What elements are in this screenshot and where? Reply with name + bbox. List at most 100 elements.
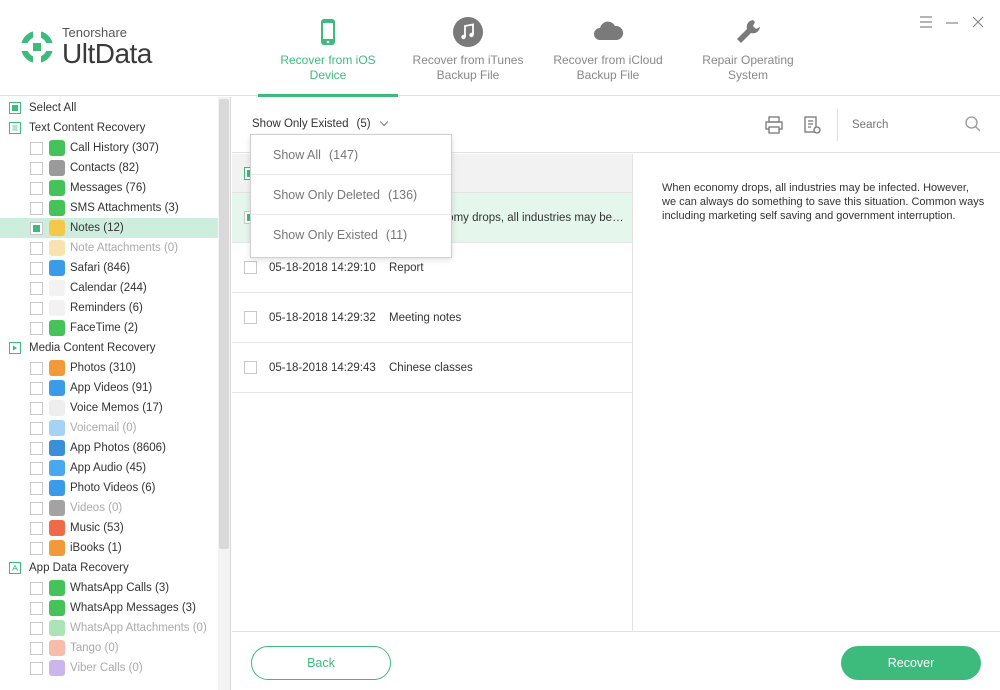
list-item[interactable]: 05-18-2018 14:29:32 Meeting notes <box>232 293 632 343</box>
item-checkbox[interactable] <box>30 421 43 435</box>
sidebar-item[interactable]: Notes (12) <box>0 218 219 238</box>
list-item[interactable]: 05-18-2018 14:29:43 Chinese classes <box>232 343 632 393</box>
sidebar-item[interactable]: SMS Attachments (3) <box>0 198 219 218</box>
filter-option-show-only-existed[interactable]: Show Only Existed (11) <box>251 215 451 255</box>
option-count: (147) <box>328 147 359 162</box>
item-checkbox[interactable] <box>30 641 43 655</box>
close-icon[interactable] <box>970 14 986 30</box>
category-header[interactable]: Text Content Recovery <box>0 118 219 138</box>
sidebar-item[interactable]: Safari (846) <box>0 258 219 278</box>
item-checkbox[interactable] <box>30 361 43 375</box>
sidebar-item[interactable]: App Audio (45) <box>0 458 219 478</box>
sidebar-item[interactable]: Calendar (244) <box>0 278 219 298</box>
sidebar-item[interactable]: Contacts (82) <box>0 158 219 178</box>
item-checkbox[interactable] <box>30 381 43 395</box>
sidebar-item[interactable]: Call History (307) <box>0 138 219 158</box>
attachment-icon <box>49 200 65 216</box>
filter-option-show-all[interactable]: Show All (147) <box>251 135 451 175</box>
music-icon <box>49 520 65 536</box>
item-checkbox[interactable] <box>30 321 43 335</box>
sidebar-item[interactable]: Videos (0) <box>0 498 219 518</box>
select-all-checkbox[interactable] <box>9 102 21 114</box>
option-label: Show All <box>273 147 321 162</box>
row-checkbox[interactable] <box>244 361 257 374</box>
item-checkbox[interactable] <box>30 221 43 235</box>
item-checkbox[interactable] <box>30 501 43 515</box>
tab-recover-itunes-backup[interactable]: Recover from iTunes Backup File <box>398 0 538 96</box>
tab-recover-icloud-backup[interactable]: Recover from iCloud Backup File <box>538 0 678 96</box>
sidebar-scrollbar[interactable] <box>218 97 230 690</box>
sidebar-item[interactable]: Reminders (6) <box>0 298 219 318</box>
item-checkbox[interactable] <box>30 281 43 295</box>
sidebar-item[interactable]: Tango (0) <box>0 638 219 658</box>
sidebar-item-label: App Videos (91) <box>70 382 153 394</box>
category-header[interactable]: App Data Recovery <box>0 558 219 578</box>
cloud-icon <box>594 21 624 40</box>
item-checkbox[interactable] <box>30 481 43 495</box>
sidebar-item[interactable]: App Photos (8606) <box>0 438 219 458</box>
option-count: (11) <box>385 228 408 242</box>
sidebar-item[interactable]: Note Attachments (0) <box>0 238 219 258</box>
filter-option-show-only-deleted[interactable]: Show Only Deleted (136) <box>251 175 451 215</box>
category-header[interactable]: Media Content Recovery <box>0 338 219 358</box>
item-checkbox[interactable] <box>30 261 43 275</box>
item-checkbox[interactable] <box>30 181 43 195</box>
sidebar-item-label: iBooks (1) <box>70 542 122 554</box>
sidebar-item[interactable]: iBooks (1) <box>0 538 219 558</box>
recover-button[interactable]: Recover <box>841 646 981 680</box>
back-button[interactable]: Back <box>251 646 391 680</box>
menu-icon[interactable] <box>918 14 934 30</box>
item-checkbox[interactable] <box>30 521 43 535</box>
sidebar-scrollbar-thumb[interactable] <box>219 99 229 549</box>
option-label: Show Only Deleted <box>273 187 381 202</box>
sidebar-item[interactable]: FaceTime (2) <box>0 318 219 338</box>
app-photos-icon <box>49 440 65 456</box>
select-all-row[interactable]: Select All <box>0 98 219 118</box>
sidebar-item-label: Contacts (82) <box>70 162 140 174</box>
row-checkbox[interactable] <box>244 261 257 274</box>
item-checkbox[interactable] <box>30 141 43 155</box>
sidebar-item[interactable]: WhatsApp Messages (3) <box>0 598 219 618</box>
sidebar-item[interactable]: App Videos (91) <box>0 378 219 398</box>
sidebar-item[interactable]: Voice Memos (17) <box>0 398 219 418</box>
category-expand-icon[interactable] <box>9 562 21 574</box>
sidebar-item[interactable]: Viber Calls (0) <box>0 658 219 678</box>
item-checkbox[interactable] <box>30 201 43 215</box>
sidebar-item[interactable]: Messages (76) <box>0 178 219 198</box>
row-title: Chinese classes <box>389 361 473 374</box>
sidebar-item-label: Messages (76) <box>70 182 147 194</box>
item-checkbox[interactable] <box>30 241 43 255</box>
item-checkbox[interactable] <box>30 541 43 555</box>
option-count: (136) <box>388 187 418 202</box>
filter-dropdown[interactable]: Show Only Existed (5) <box>252 117 388 130</box>
tab-recover-ios-device[interactable]: Recover from iOS Device <box>258 0 398 97</box>
sidebar-item-label: Voicemail (0) <box>70 422 137 434</box>
item-checkbox[interactable] <box>30 401 43 415</box>
item-checkbox[interactable] <box>30 621 43 635</box>
sidebar-item[interactable]: Voicemail (0) <box>0 418 219 438</box>
sidebar-item[interactable]: Music (53) <box>0 518 219 538</box>
item-checkbox[interactable] <box>30 461 43 475</box>
item-checkbox[interactable] <box>30 441 43 455</box>
sidebar-item[interactable]: Photo Videos (6) <box>0 478 219 498</box>
item-checkbox[interactable] <box>30 661 43 675</box>
item-checkbox[interactable] <box>30 301 43 315</box>
minimize-icon[interactable] <box>944 14 960 30</box>
sidebar-item-label: SMS Attachments (3) <box>70 202 179 214</box>
row-checkbox[interactable] <box>244 311 257 324</box>
sidebar-item[interactable]: WhatsApp Attachments (0) <box>0 618 219 638</box>
item-checkbox[interactable] <box>30 601 43 615</box>
category-expand-icon[interactable] <box>9 342 21 354</box>
category-expand-icon[interactable] <box>9 122 21 134</box>
item-checkbox[interactable] <box>30 161 43 175</box>
sidebar-item[interactable]: WhatsApp Calls (3) <box>0 578 219 598</box>
sidebar-item-label: Videos (0) <box>70 502 123 514</box>
item-checkbox[interactable] <box>30 581 43 595</box>
search-icon[interactable] <box>964 115 982 133</box>
product-name: UltData <box>62 38 152 69</box>
printer-icon[interactable] <box>764 115 784 135</box>
whatsapp-messages-icon <box>49 600 65 616</box>
sidebar-item[interactable]: Photos (310) <box>0 358 219 378</box>
export-settings-icon[interactable] <box>802 115 822 135</box>
tab-repair-operating-system[interactable]: Repair Operating System <box>678 0 818 96</box>
